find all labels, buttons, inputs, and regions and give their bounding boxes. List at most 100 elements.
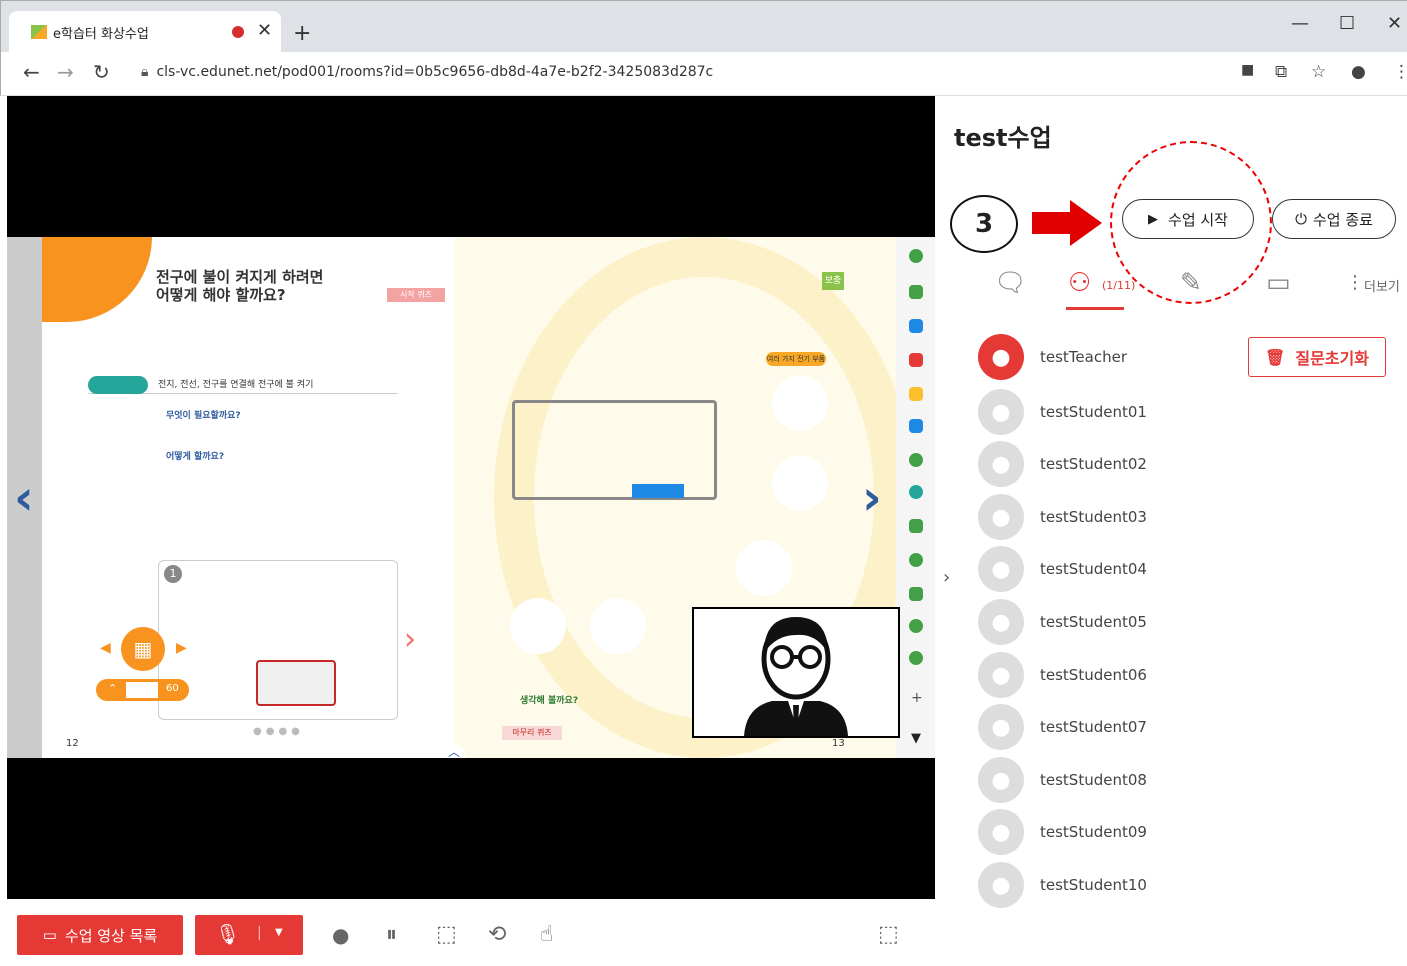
tool-icon[interactable]	[909, 553, 923, 567]
final-quiz-badge[interactable]: 마무리 퀴즈	[502, 726, 562, 740]
tool-icon[interactable]	[909, 619, 923, 633]
tool-icon[interactable]	[909, 587, 923, 601]
url-field[interactable]: 🔒︎ cls-vc.edunet.net/pod001/rooms?id=0b5c…	[141, 64, 713, 80]
member-item[interactable]: ● testStudent04	[978, 546, 1378, 592]
page-grid-button[interactable]: ▦	[121, 627, 165, 671]
more-icon[interactable]: ⋮	[1346, 272, 1364, 293]
more-label[interactable]: 더보기	[1364, 276, 1400, 295]
pin-icon[interactable]: ▼	[911, 731, 921, 746]
record-icon[interactable]: ●	[332, 923, 349, 947]
notes-tab-icon[interactable]: ✎	[1180, 268, 1202, 298]
member-name: testTeacher	[1040, 348, 1127, 366]
minimize-icon[interactable]: —	[1291, 13, 1309, 34]
member-item[interactable]: ● testStudent02	[978, 441, 1378, 487]
member-name: testStudent09	[1040, 823, 1147, 841]
member-item[interactable]: ● testStudent05	[978, 599, 1378, 645]
tool-icon[interactable]	[909, 651, 923, 665]
lasso-icon[interactable]: ⟲	[488, 922, 506, 947]
member-name: testStudent01	[1040, 403, 1147, 421]
carousel-dots[interactable]: ●●●●	[253, 726, 304, 737]
circuit-illustration	[512, 400, 717, 500]
start-quiz-badge[interactable]: 시작 퀴즈	[387, 288, 445, 302]
menu-icon[interactable]: ⋮	[1393, 62, 1407, 82]
zoom-control[interactable]: ⌃ 60	[96, 679, 189, 701]
next-small-icon[interactable]: ▶	[176, 640, 187, 656]
next-figure-icon[interactable]: ›	[404, 622, 416, 657]
class-title: test수업	[954, 124, 1052, 152]
tool-dot-icon[interactable]	[909, 249, 923, 263]
favicon-icon	[31, 25, 47, 39]
member-item[interactable]: ● testStudent08	[978, 757, 1378, 803]
avatar: ●	[978, 494, 1024, 540]
forward-icon[interactable]: →	[57, 60, 74, 84]
avatar: ●	[978, 599, 1024, 645]
participants-tab-icon[interactable]: ⚇	[1068, 268, 1091, 298]
tool-icon[interactable]	[909, 453, 923, 467]
next-page-icon[interactable]: ›	[862, 470, 882, 526]
camera-icon[interactable]: ■	[1241, 62, 1254, 78]
pause-icon[interactable]: ⏸	[386, 922, 397, 947]
back-icon[interactable]: ←	[23, 60, 40, 84]
member-item[interactable]: ● testStudent07	[978, 704, 1378, 750]
prev-page-icon[interactable]: ‹	[14, 470, 34, 526]
tool-icon[interactable]	[909, 319, 923, 333]
add-icon[interactable]: +	[911, 690, 923, 706]
avatar: ●	[978, 389, 1024, 435]
socket-illustration	[772, 455, 828, 511]
recording-icon	[232, 26, 244, 38]
browser-tab-bar: e학습터 화상수업 ✕ + — ☐ ✕	[0, 0, 1407, 53]
microphone-button[interactable]: 🎙︎ | ▼	[195, 915, 303, 955]
video-list-button[interactable]: ▭ 수업 영상 목록	[17, 915, 183, 955]
member-item[interactable]: ● testStudent10	[978, 862, 1378, 908]
tool-icon[interactable]	[909, 485, 923, 499]
member-name: testStudent10	[1040, 876, 1147, 894]
annotation-arrow-icon	[1032, 200, 1102, 246]
step-number: 1	[164, 565, 182, 583]
bookmark-star-icon[interactable]: ☆	[1311, 62, 1326, 82]
chevron-down-icon[interactable]: ▼	[275, 927, 283, 938]
avatar: ●	[978, 809, 1024, 855]
member-item[interactable]: ● testStudent03	[978, 494, 1378, 540]
member-item[interactable]: ● testStudent09	[978, 809, 1378, 855]
avatar: ●	[978, 704, 1024, 750]
tab-title: e학습터 화상수업	[53, 26, 149, 42]
collapse-panel-icon[interactable]: ›	[943, 567, 950, 588]
tool-icon[interactable]	[909, 285, 923, 299]
tool-icon[interactable]	[909, 387, 923, 401]
select-area-icon[interactable]: ⬚	[436, 922, 457, 947]
annotation-step-number: 3	[950, 195, 1018, 253]
think-label: 생각해 볼까요?	[520, 696, 579, 706]
board-tab-icon[interactable]: ▭	[1266, 268, 1291, 298]
reload-icon[interactable]: ↻	[93, 60, 110, 84]
end-class-button[interactable]: ⏻ 수업 종료	[1272, 199, 1396, 239]
wire-round-illustration	[590, 598, 646, 654]
zoom-input[interactable]	[126, 682, 158, 698]
prev-small-icon[interactable]: ◀	[100, 640, 111, 656]
chat-tab-icon[interactable]: 🗨︎	[994, 268, 1027, 298]
close-window-icon[interactable]: ✕	[1387, 13, 1402, 34]
browser-tab[interactable]: e학습터 화상수업 ✕	[9, 11, 281, 53]
left-page-title: 전구에 불이 켜지게 하려면 어떻게 해야 할까요?	[156, 268, 324, 304]
close-tab-icon[interactable]: ✕	[257, 20, 272, 41]
member-item[interactable]: ● testStudent06	[978, 652, 1378, 698]
maximize-icon[interactable]: ☐	[1339, 13, 1355, 34]
toolbar-toggle-icon[interactable]: ︿	[443, 744, 465, 759]
needed-label: 무엇이 필요할까요?	[166, 411, 241, 421]
profile-icon[interactable]: ●	[1351, 62, 1366, 82]
new-tab-icon[interactable]: +	[293, 21, 311, 46]
switch-round-illustration	[510, 598, 566, 654]
member-item[interactable]: ● testTeacher	[978, 334, 1378, 380]
tool-icon[interactable]	[909, 419, 923, 433]
member-name: testStudent02	[1040, 455, 1147, 473]
fullscreen-icon[interactable]: ⬚	[878, 922, 899, 947]
participants-count: (1/11)	[1102, 279, 1136, 292]
zoom-up-icon[interactable]: ⌃	[108, 682, 117, 695]
pointer-icon[interactable]: ☝︎	[540, 922, 553, 947]
member-item[interactable]: ● testStudent01	[978, 389, 1378, 435]
microphone-icon: 🎙︎	[215, 922, 241, 946]
activity-tag	[88, 376, 148, 394]
battery-round-illustration	[736, 540, 792, 596]
tool-icon[interactable]	[909, 353, 923, 367]
translate-icon[interactable]: ⧉	[1275, 62, 1287, 82]
tool-icon[interactable]	[909, 519, 923, 533]
